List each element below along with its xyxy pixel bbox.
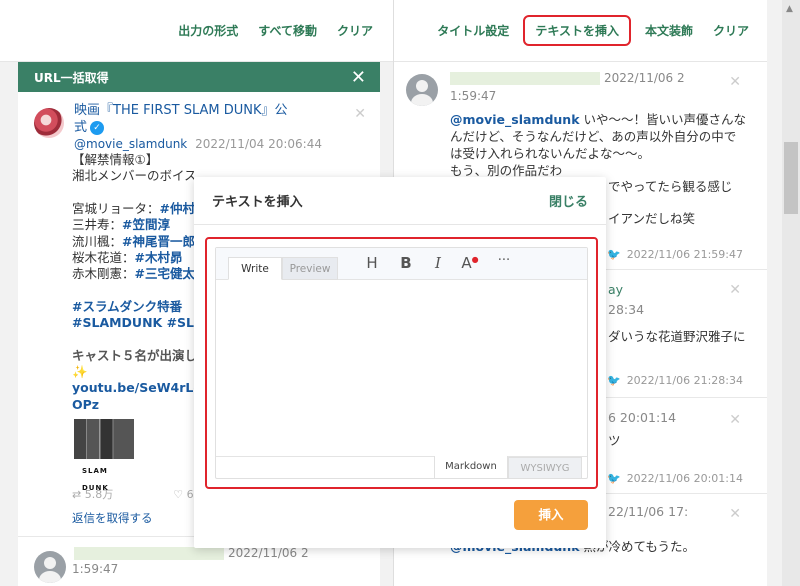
twitter-icon: 🐦 (606, 472, 621, 485)
scroll-up-icon[interactable]: ▲ (786, 4, 793, 14)
avatar (406, 74, 438, 106)
avatar (34, 551, 66, 584)
verified-icon: ✓ (90, 120, 105, 135)
remove-icon[interactable]: ✕ (729, 506, 741, 522)
blurred-name (450, 72, 600, 85)
italic-icon[interactable]: I (428, 254, 448, 272)
insert-text-dialog: テキストを挿入 閉じる Write Preview H B I A● ··· M… (194, 177, 606, 548)
tab-write[interactable]: Write (228, 257, 282, 280)
url-batch-header: URL一括取得 ✕ (18, 62, 380, 92)
markdown-editor: Write Preview H B I A● ··· Markdown WYSI… (215, 247, 588, 479)
editor-highlight: Write Preview H B I A● ··· Markdown WYSI… (205, 237, 598, 489)
dialog-title: テキストを挿入 (212, 195, 303, 210)
editor-mode-switch: Markdown WYSIWYG (216, 456, 587, 479)
account-name[interactable]: 映画『THE FIRST SLAM DUNK』公 式 ✓ (74, 102, 366, 136)
remove-icon[interactable]: ✕ (354, 106, 366, 122)
right-toolbar: タイトル設定 テキストを挿入 本文装飾 クリア (394, 0, 767, 62)
twitter-icon: 🐦 (606, 248, 621, 261)
close-icon[interactable]: ✕ (351, 67, 366, 88)
dialog-header: テキストを挿入 閉じる (194, 177, 606, 225)
tweet-footer: 🐦 2022/11/06 21:59:47 (606, 248, 743, 261)
clear-left-button[interactable]: クリア (327, 16, 383, 45)
blurred-name (74, 547, 224, 561)
heading-icon[interactable]: H (362, 254, 382, 272)
clear-right-button[interactable]: クリア (703, 16, 759, 45)
more-icon[interactable]: ··· (494, 253, 514, 268)
bold-icon[interactable]: B (396, 254, 416, 272)
remove-icon[interactable]: ✕ (729, 74, 741, 90)
video-thumbnail[interactable]: SLAM DUNK (72, 419, 136, 492)
scrollbar-thumb[interactable] (784, 142, 798, 214)
editor-textarea[interactable] (216, 280, 587, 456)
editor-toolbar: Write Preview H B I A● ··· (216, 248, 587, 280)
left-toolbar: 出力の形式 すべて移動 クリア (0, 0, 393, 62)
tab-preview[interactable]: Preview (282, 257, 338, 280)
tweet-body: @movie_slamdunk いや〜〜！皆いい声優さんなんだけど、そうなんだけ… (450, 112, 747, 178)
tweet-meta: @movie_slamdunk 2022/11/04 20:06:44 (74, 136, 366, 152)
tweet-footer: 🐦 2022/11/06 21:28:34 (606, 374, 743, 387)
tweet-date: 2022/11/04 20:06:44 (195, 137, 322, 151)
twitter-icon: 🐦 (606, 374, 621, 387)
markdown-mode-tab[interactable]: Markdown (434, 456, 508, 478)
body-decoration-button[interactable]: 本文装飾 (635, 16, 703, 45)
insert-button[interactable]: 挿入 (514, 500, 588, 530)
close-dialog-button[interactable]: 閉じる (549, 191, 588, 210)
move-all-button[interactable]: すべて移動 (248, 16, 327, 45)
remove-icon[interactable]: ✕ (729, 412, 741, 428)
insert-text-button[interactable]: テキストを挿入 (523, 15, 631, 46)
title-settings-button[interactable]: タイトル設定 (427, 16, 519, 45)
url-batch-title: URL一括取得 (34, 70, 109, 85)
account-handle[interactable]: @movie_slamdunk (74, 137, 187, 151)
wysiwyg-mode-tab[interactable]: WYSIWYG (508, 457, 582, 479)
remove-icon[interactable]: ✕ (729, 282, 741, 298)
scrollbar[interactable] (770, 0, 800, 586)
avatar (34, 108, 64, 138)
text-color-icon[interactable]: A● (460, 254, 480, 272)
tweet-footer: 🐦 2022/11/06 20:01:14 (606, 472, 743, 485)
output-format-button[interactable]: 出力の形式 (168, 16, 248, 45)
